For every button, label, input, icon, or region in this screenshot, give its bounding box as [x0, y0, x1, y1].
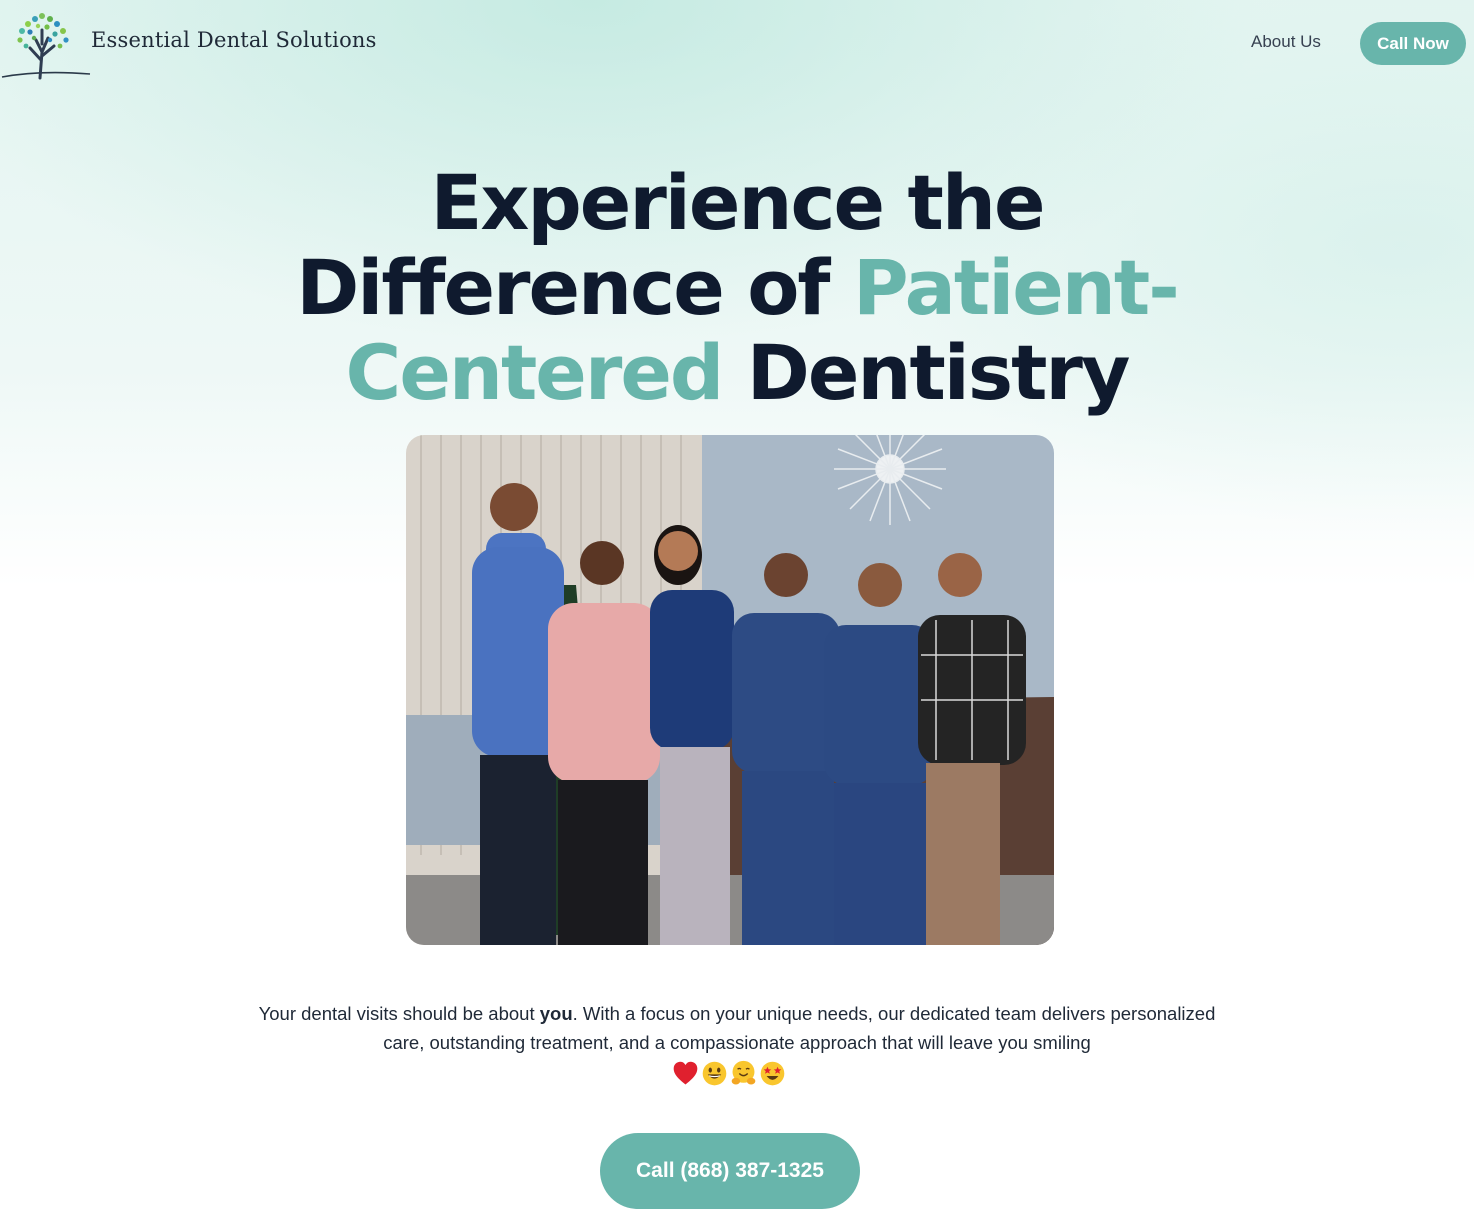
team-photo-illustration [406, 435, 1054, 945]
tree-logo-icon[interactable] [0, 4, 92, 82]
headline-text-dentistry: Dentistry [722, 328, 1131, 417]
grinning-face-emoji-icon [702, 1061, 727, 1086]
red-heart-emoji-icon [673, 1061, 698, 1085]
brand-name[interactable]: Essential Dental Solutions [91, 28, 377, 52]
site-header: Essential Dental Solutions About Us Call… [0, 0, 1474, 90]
call-phone-button[interactable]: Call (868) 387-1325 [600, 1133, 860, 1209]
hugging-face-emoji-icon [731, 1060, 756, 1085]
description-text: Your dental visits should be about [258, 1003, 540, 1024]
headline-accent-patient: Patient- [852, 243, 1180, 332]
description-emphasis: you [539, 1003, 573, 1024]
star-struck-emoji-icon [760, 1061, 785, 1086]
call-now-button[interactable]: Call Now [1360, 22, 1466, 65]
hero-headline: Experience the Difference of Patient- Cen… [237, 160, 1237, 415]
headline-accent-centered: Centered [345, 328, 725, 417]
hero-description: Your dental visits should be about you. … [237, 999, 1237, 1057]
team-photo [406, 435, 1054, 945]
emoji-row [672, 1060, 792, 1090]
nav-about-us-link[interactable]: About Us [1251, 32, 1321, 52]
